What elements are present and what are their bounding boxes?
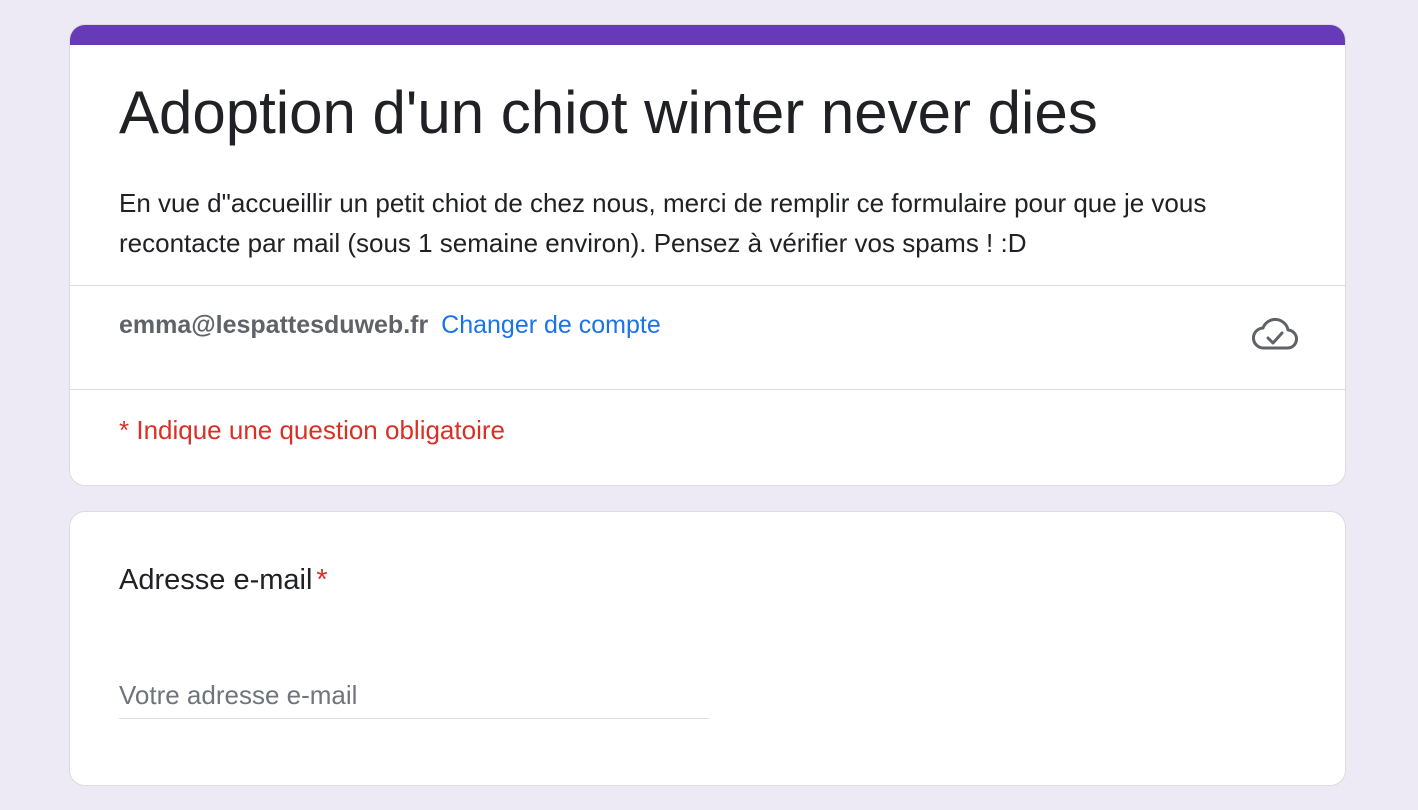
account-row: emma@lespattesduweb.fr Changer de compte [119, 311, 661, 340]
form-header-card: Adoption d'un chiot winter never dies En… [69, 24, 1346, 486]
switch-account-link[interactable]: Changer de compte [441, 311, 661, 339]
form-description: En vue d"accueillir un petit chiot de ch… [119, 188, 1207, 258]
email-input[interactable] [119, 672, 709, 719]
account-email: emma@lespattesduweb.fr [119, 311, 429, 339]
form-accent-bar [70, 25, 1345, 45]
form-title: Adoption d'un chiot winter never dies [119, 79, 1098, 146]
header-divider [70, 285, 1345, 286]
required-note: * Indique une question obligatoire [119, 415, 505, 445]
question-title-text: Adresse e-mail [119, 564, 313, 596]
account-divider [70, 389, 1345, 390]
required-asterisk: * [316, 564, 328, 596]
question-card-email: Adresse e-mail * [69, 511, 1346, 786]
cloud-check-icon [1252, 317, 1298, 350]
question-title: Adresse e-mail * [119, 564, 328, 597]
